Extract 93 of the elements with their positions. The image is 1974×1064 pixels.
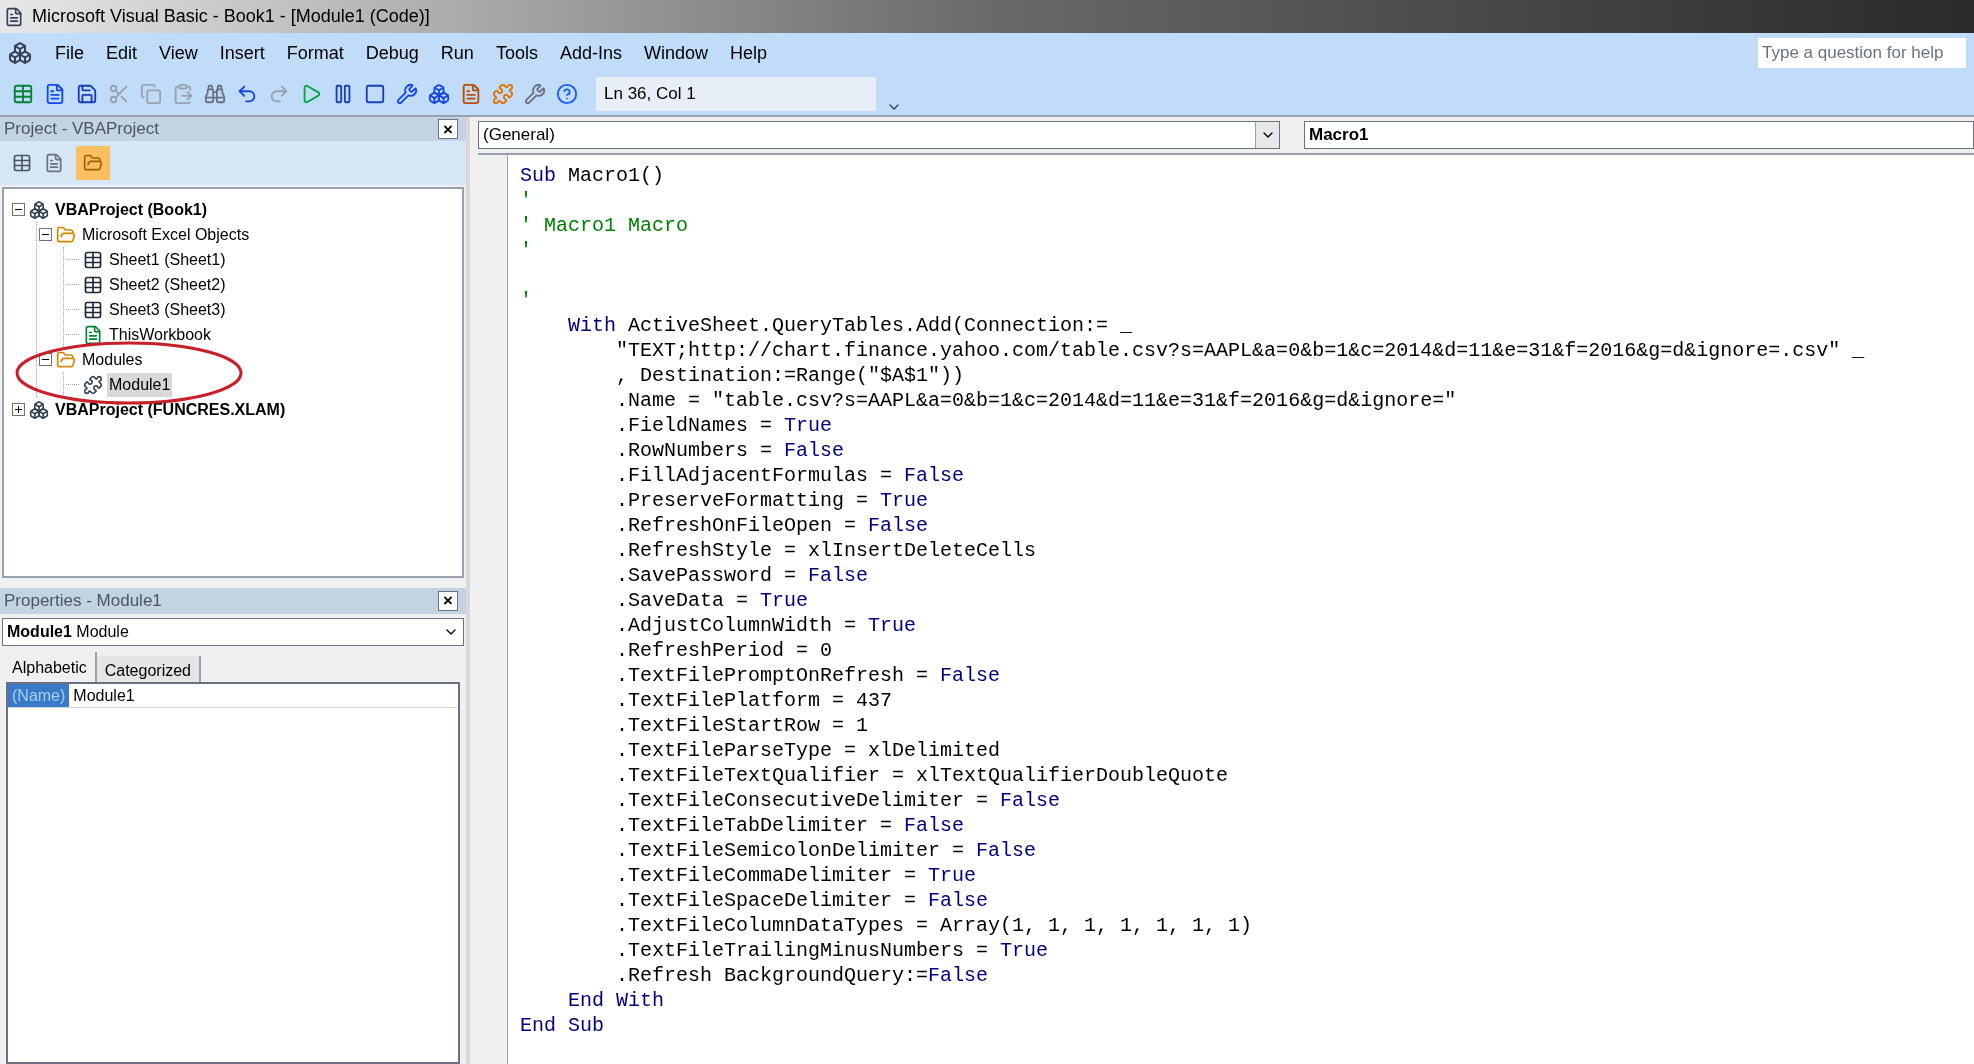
- code-line: .TextFileStartRow = 1: [615, 713, 869, 738]
- menu-item[interactable]: Add-Ins: [548, 39, 633, 67]
- tree-item[interactable]: VBAProject (Book1): [53, 197, 210, 222]
- menu-item[interactable]: Help: [719, 39, 778, 67]
- help-icon[interactable]: [556, 83, 578, 105]
- code-line: .TextFileSpaceDelimiter = False: [615, 888, 989, 913]
- folder-icon: [56, 349, 76, 370]
- stop-icon[interactable]: [364, 83, 386, 105]
- code-line: .RefreshPeriod = 0: [615, 638, 833, 663]
- close-button[interactable]: ×: [438, 590, 458, 611]
- window-title: Microsoft Visual Basic - Book1 - [Module1 (Code)]: [32, 5, 430, 28]
- code-line: .RefreshStyle = xlInsertDeleteCells: [615, 538, 1037, 563]
- tree-item[interactable]: Sheet1 (Sheet1): [107, 247, 228, 272]
- code-line: .SaveData = True: [615, 588, 809, 613]
- menu-item[interactable]: Window: [632, 39, 719, 67]
- menu-item[interactable]: Debug: [354, 39, 430, 67]
- panel-title: Properties - Module1: [3, 589, 163, 612]
- object-name: Module1 Module: [7, 621, 129, 642]
- code-line: .TextFileTabDelimiter = False: [615, 813, 965, 838]
- code-line: "TEXT;http://chart.finance.yahoo.com/table.csv?s=AAPL&a=0&b=1&c=2014&d=11&e=31&f=2016&g=d&ignore=.csv" _: [615, 338, 1865, 363]
- tree-item[interactable]: Microsoft Excel Objects: [80, 222, 252, 247]
- code-line: .PreserveFormatting = True: [615, 488, 929, 513]
- code-line: .TextFilePromptOnRefresh = False: [615, 663, 1001, 688]
- menu-item[interactable]: Run: [429, 39, 485, 67]
- menu-item[interactable]: View: [148, 39, 209, 67]
- property-value[interactable]: Module1: [69, 683, 139, 707]
- tree-item[interactable]: Module1: [107, 372, 173, 397]
- tree-item[interactable]: Sheet3 (Sheet3): [107, 297, 228, 322]
- object-dropdown[interactable]: Module1 Module: [2, 617, 464, 646]
- close-button[interactable]: ×: [438, 119, 458, 139]
- menu-item[interactable]: Format: [275, 39, 355, 67]
- menu-item[interactable]: Tools: [484, 39, 549, 67]
- code-line: .TextFileConsecutiveDelimiter = False: [615, 788, 1061, 813]
- code-line: With ActiveSheet.QueryTables.Add(Connection:= _: [567, 313, 1133, 338]
- code-line: .FillAdjacentFormulas = False: [615, 463, 965, 488]
- code-line: .AdjustColumnWidth = True: [615, 613, 917, 638]
- toggle-folders-button[interactable]: [76, 146, 110, 180]
- code-line: .RowNumbers = False: [615, 438, 845, 463]
- procedure-combo[interactable]: Macro1: [1304, 121, 1974, 149]
- tree-item[interactable]: ThisWorkbook: [107, 322, 213, 347]
- combo-value: Macro1: [1309, 124, 1369, 147]
- code-line: ': [520, 238, 532, 263]
- folder-icon: [83, 153, 103, 173]
- code-line: .TextFileSemicolonDelimiter = False: [615, 838, 1037, 863]
- code-editor[interactable]: [478, 153, 1974, 1064]
- sheet-icon: [83, 274, 103, 295]
- app-icon: [4, 6, 24, 27]
- help-search-field[interactable]: Type a question for help: [1758, 38, 1966, 68]
- collapse-box[interactable]: [39, 228, 52, 241]
- code-line: .SavePassword = False: [615, 563, 869, 588]
- save-icon[interactable]: [76, 83, 98, 105]
- code-line: .RefreshOnFileOpen = False: [615, 513, 929, 538]
- vba-icon: [8, 41, 32, 65]
- sheet-icon: [83, 249, 103, 270]
- cursor-position: Ln 36, Col 1: [596, 77, 876, 111]
- grid-icon[interactable]: [12, 83, 34, 105]
- code-line: .TextFilePlatform = 437: [615, 688, 893, 713]
- expand-box[interactable]: [12, 403, 25, 416]
- code-line: .Refresh BackgroundQuery:=False: [615, 963, 989, 988]
- view-object-icon[interactable]: [44, 153, 64, 173]
- code-line: .TextFileTextQualifier = xlTextQualifierDoubleQuote: [615, 763, 1229, 788]
- code-line: .TextFileTrailingMinusNumbers = True: [615, 938, 1049, 963]
- code-line: , Destination:=Range("$A$1")): [615, 363, 965, 388]
- code-line: ': [520, 288, 532, 313]
- toolbox-icon[interactable]: [524, 83, 546, 105]
- menu-item[interactable]: File: [44, 39, 95, 67]
- tree-item[interactable]: Sheet2 (Sheet2): [107, 272, 228, 297]
- combo-value: (General): [483, 124, 555, 147]
- code-line: .TextFileParseType = xlDelimited: [615, 738, 1001, 763]
- code-line: End Sub: [520, 1013, 604, 1038]
- find-icon[interactable]: [204, 83, 226, 105]
- code-line: Sub Macro1(): [520, 163, 665, 188]
- tab[interactable]: Categorized: [96, 655, 201, 682]
- code-line: ' Macro1 Macro: [520, 213, 689, 238]
- workbook-icon: [83, 324, 103, 345]
- menu-item[interactable]: Edit: [95, 39, 149, 67]
- view-code-icon[interactable]: [12, 153, 32, 173]
- undo-icon[interactable]: [236, 83, 258, 105]
- tree-item[interactable]: Modules: [80, 347, 145, 372]
- code-line: .TextFileCommaDelimiter = True: [615, 863, 977, 888]
- module-icon: [83, 374, 103, 395]
- code-line: .TextFileColumnDataTypes = Array(1, 1, 1, 1, 1, 1, 1): [615, 913, 1253, 938]
- code-line: .Name = "table.csv?s=AAPL&a=0&b=1&c=2014&d=11&e=31&f=2016&g=d&ignore=": [615, 388, 1457, 413]
- folder-icon: [56, 224, 76, 245]
- code-line: .FieldNames = True: [615, 413, 833, 438]
- code-line: End With: [567, 988, 665, 1013]
- collapse-box[interactable]: [12, 203, 25, 216]
- tree-item[interactable]: VBAProject (FUNCRES.XLAM): [53, 397, 288, 422]
- menu-item[interactable]: Insert: [208, 39, 276, 67]
- object-combo[interactable]: (General): [478, 121, 1280, 149]
- panel-title: Project - VBAProject: [3, 118, 160, 141]
- sheet-icon: [83, 299, 103, 320]
- code-line: ': [520, 188, 532, 213]
